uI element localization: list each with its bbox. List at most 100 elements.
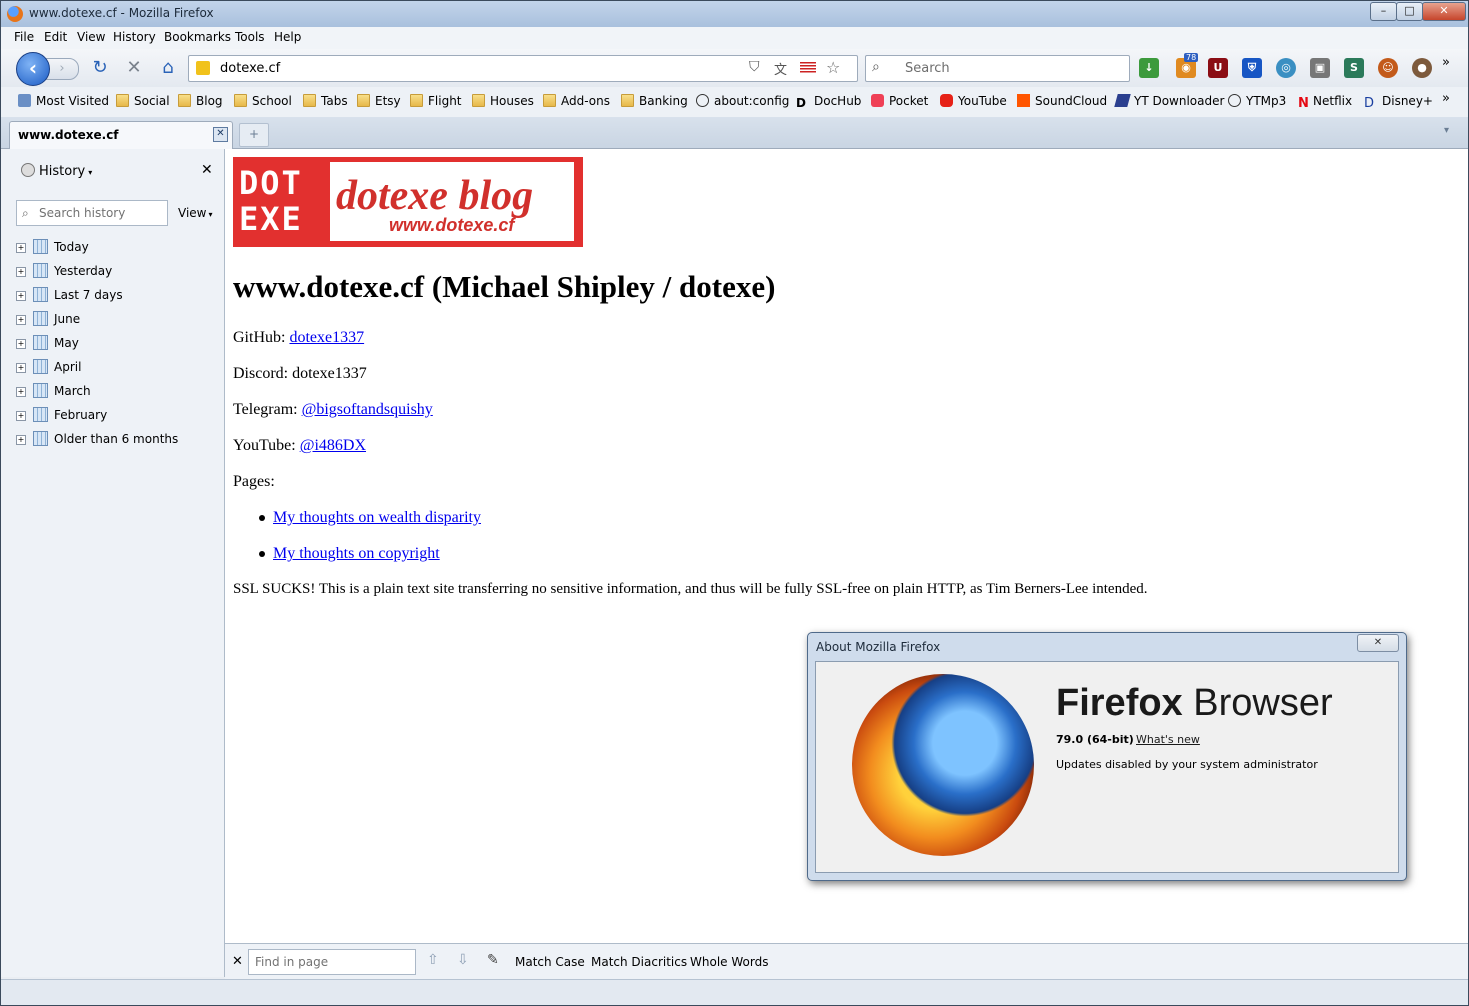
home-icon[interactable]: ⌂: [157, 57, 179, 79]
logo-mark-line2: EXE: [239, 200, 303, 238]
history-item-may[interactable]: + May: [16, 335, 79, 355]
search-engine-icon[interactable]: ⌕: [872, 59, 880, 75]
menu-edit[interactable]: Edit: [44, 30, 67, 44]
expand-icon[interactable]: +: [16, 435, 26, 445]
bookmark-social[interactable]: Social: [116, 94, 170, 108]
stop-icon[interactable]: ✕: [123, 57, 145, 79]
sync-icon[interactable]: ◎: [1276, 58, 1296, 78]
menu-file[interactable]: File: [14, 30, 34, 44]
bookmark-houses[interactable]: Houses: [472, 94, 534, 108]
back-button[interactable]: ‹: [16, 52, 50, 86]
search-input[interactable]: Search: [905, 61, 950, 76]
tab-list-chevron-icon[interactable]: ▾: [1444, 125, 1449, 136]
site-identity-icon[interactable]: [196, 61, 210, 75]
bookmark-netflix[interactable]: N Netflix: [1298, 94, 1352, 110]
menu-history[interactable]: History: [113, 30, 156, 44]
menu-bookmarks[interactable]: Bookmarks: [164, 30, 231, 44]
match-case-toggle[interactable]: Match Case: [515, 955, 585, 969]
overflow-chevron-icon[interactable]: »: [1442, 55, 1450, 70]
bitwarden-icon[interactable]: ⛨: [1242, 58, 1262, 78]
pocket-icon[interactable]: ⛉: [749, 59, 760, 75]
youtube-link[interactable]: @i486DX: [300, 437, 366, 454]
highlight-icon[interactable]: ✎: [487, 952, 499, 968]
download-icon[interactable]: ↓: [1139, 58, 1159, 78]
bookmark-soundcloud[interactable]: SoundCloud: [1017, 94, 1107, 108]
bookmark-disney[interactable]: D Disney+: [1364, 94, 1433, 110]
bookmark-dochub[interactable]: D DocHub: [796, 94, 861, 110]
history-item-february[interactable]: + February: [16, 407, 107, 427]
bookmark-star-icon[interactable]: ☆: [826, 58, 840, 77]
bookmark-blog[interactable]: Blog: [178, 94, 223, 108]
url-bar[interactable]: dotexe.cf ⛉ 文 ☆: [188, 55, 858, 82]
bookmark-tabs[interactable]: Tabs: [303, 94, 348, 108]
wealth-disparity-link[interactable]: My thoughts on wealth disparity: [273, 509, 481, 526]
bookmark-pocket[interactable]: Pocket: [871, 94, 928, 108]
about-close-button[interactable]: ✕: [1357, 634, 1399, 652]
history-item-today[interactable]: + Today: [16, 239, 89, 259]
ublock-icon[interactable]: U: [1208, 58, 1228, 78]
us-flag-icon[interactable]: [800, 62, 816, 73]
folder-icon: [621, 94, 634, 107]
history-item-june[interactable]: + June: [16, 311, 80, 331]
bookmark-youtube[interactable]: YouTube: [940, 94, 1007, 108]
addon-s-icon[interactable]: S: [1344, 58, 1364, 78]
find-previous-icon[interactable]: ⇧: [427, 952, 439, 968]
avatar-icon[interactable]: ●: [1412, 58, 1432, 78]
history-item-last-7-days[interactable]: + Last 7 days: [16, 287, 123, 307]
history-item-older[interactable]: + Older than 6 months: [16, 431, 178, 451]
history-item-march[interactable]: + March: [16, 383, 91, 403]
new-tab-button[interactable]: +: [239, 123, 269, 147]
bookmark-flight[interactable]: Flight: [410, 94, 462, 108]
bookmark-etsy[interactable]: Etsy: [357, 94, 401, 108]
pocket-icon: [871, 94, 884, 107]
match-diacritics-toggle[interactable]: Match Diacritics: [591, 955, 687, 969]
expand-icon[interactable]: +: [16, 387, 26, 397]
github-link[interactable]: dotexe1337: [289, 329, 364, 346]
translate-icon[interactable]: 文: [774, 59, 787, 78]
bookmark-banking[interactable]: Banking: [621, 94, 688, 108]
expand-icon[interactable]: +: [16, 267, 26, 277]
menu-help[interactable]: Help: [274, 30, 301, 44]
view-menu-button[interactable]: View ▾: [178, 206, 213, 220]
bookmark-school[interactable]: School: [234, 94, 292, 108]
expand-icon[interactable]: +: [16, 411, 26, 421]
url-text[interactable]: dotexe.cf: [220, 61, 280, 76]
close-window-button[interactable]: ✕: [1422, 2, 1466, 21]
whole-words-toggle[interactable]: Whole Words: [690, 955, 768, 969]
bookmarks-overflow-chevron-icon[interactable]: »: [1442, 91, 1450, 106]
expand-icon[interactable]: +: [16, 363, 26, 373]
maximize-button[interactable]: □: [1396, 2, 1423, 21]
expand-icon[interactable]: +: [16, 339, 26, 349]
bookmark-addons[interactable]: Add-ons: [543, 94, 610, 108]
find-input[interactable]: Find in page: [248, 949, 416, 975]
whats-new-link[interactable]: What's new: [1136, 733, 1200, 746]
expand-icon[interactable]: +: [16, 315, 26, 325]
history-item-april[interactable]: + April: [16, 359, 81, 379]
tab-close-icon[interactable]: ✕: [213, 127, 228, 142]
menu-view[interactable]: View: [77, 30, 105, 44]
bookmark-about-config[interactable]: about:config: [696, 94, 789, 108]
forward-button[interactable]: ›: [45, 58, 79, 80]
copyright-link[interactable]: My thoughts on copyright: [273, 545, 440, 562]
sidebar-header[interactable]: History ▾: [21, 163, 92, 179]
youtube-icon: [940, 94, 953, 107]
menu-tools[interactable]: Tools: [235, 30, 265, 44]
reload-icon[interactable]: ↻: [89, 57, 111, 79]
addon-face-icon[interactable]: ☺: [1378, 58, 1398, 78]
bookmark-most-visited[interactable]: Most Visited: [18, 94, 109, 108]
minimize-button[interactable]: –: [1370, 2, 1397, 21]
search-bar[interactable]: ⌕ Search: [865, 55, 1130, 82]
screenshot-icon[interactable]: ▣: [1310, 58, 1330, 78]
telegram-link[interactable]: @bigsoftandsquishy: [302, 401, 433, 418]
bookmark-ytmp3[interactable]: YTMp3: [1228, 94, 1286, 108]
find-close-icon[interactable]: ✕: [232, 954, 243, 969]
find-next-icon[interactable]: ⇩: [457, 952, 469, 968]
search-history-input[interactable]: ⌕ Search history: [16, 200, 168, 226]
history-item-yesterday[interactable]: + Yesterday: [16, 263, 112, 283]
history-sidebar: History ▾ ✕ ⌕ Search history View ▾ + Today…: [1, 149, 225, 977]
tab-active[interactable]: www.dotexe.cf ✕: [9, 121, 233, 149]
expand-icon[interactable]: +: [16, 291, 26, 301]
bookmark-yt-downloader[interactable]: YT Downloader: [1114, 94, 1224, 108]
sidebar-close-icon[interactable]: ✕: [201, 162, 213, 178]
expand-icon[interactable]: +: [16, 243, 26, 253]
